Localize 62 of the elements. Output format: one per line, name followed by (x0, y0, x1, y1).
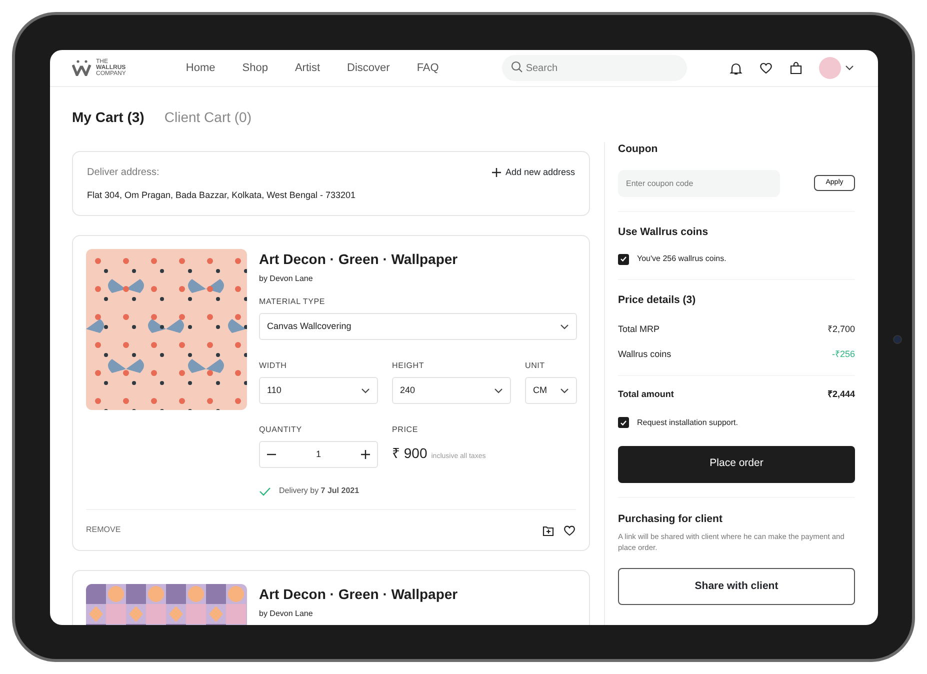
camera-lens (893, 335, 902, 344)
section-title: Coupon (618, 142, 659, 157)
bell-icon[interactable] (729, 60, 743, 75)
heart-icon[interactable] (759, 60, 773, 75)
remove-button[interactable]: REMOVE (86, 524, 121, 536)
plus-icon (492, 168, 502, 177)
price-value: ₹ 900 (392, 444, 428, 464)
field-label: HEIGHT (392, 360, 426, 372)
height-select[interactable]: 240 (392, 377, 511, 404)
field-label: WIDTH (259, 360, 288, 372)
nav-link[interactable]: Home (186, 60, 216, 76)
unit-select[interactable]: CM (525, 377, 577, 404)
add-to-collection-icon[interactable] (542, 524, 555, 537)
chevron-down-icon (361, 388, 370, 394)
total-amount: ₹2,444 (827, 388, 855, 402)
nav-link[interactable]: Discover (347, 60, 390, 76)
checkbox[interactable] (618, 254, 629, 265)
total-label: Total amount (618, 388, 674, 402)
checkmark-icon (259, 486, 271, 496)
chevron-down-icon (560, 324, 569, 330)
artist-name: by Devon Lane (259, 608, 314, 620)
field-label: QUANTITY (259, 424, 303, 436)
nav-link[interactable]: Artist (294, 60, 320, 76)
coupon-field[interactable]: Enter coupon code (618, 170, 780, 197)
checkbox-label: You've 256 wallrus coins. (637, 253, 726, 266)
section-title: Price details (3) (618, 293, 697, 308)
bag-icon[interactable] (789, 60, 803, 75)
section-title: Use Wallrus coins (618, 224, 710, 240)
address-label: Deliver address: (87, 166, 160, 180)
section-title: Purchasing for client (618, 512, 724, 527)
address-text: Flat 304, Om Pragan, Bada Bazzar, Kolkata, West Bengal - 733201 (87, 188, 356, 202)
nav-link[interactable]: Shop (242, 60, 268, 76)
chevron-down-icon (494, 388, 503, 394)
caret-icon[interactable] (845, 64, 854, 71)
checkbox[interactable] (618, 417, 629, 428)
heart-icon[interactable] (563, 524, 576, 537)
artist-name: by Devon Lane (259, 273, 314, 286)
chevron-down-icon (560, 388, 569, 394)
field-label: MATERIAL TYPE (259, 296, 326, 308)
cart-tab[interactable]: Client Cart (0) (164, 106, 252, 128)
cart-tab[interactable]: My Cart (3) (72, 106, 144, 128)
field-label: UNIT (525, 360, 546, 372)
add-address-link[interactable]: Add new address (492, 166, 575, 180)
walrus-logo-icon (72, 60, 92, 76)
search-icon (510, 60, 523, 73)
product-title: Art Decon · Green · Wallpaper (259, 585, 459, 604)
material-select[interactable]: Canvas Wallcovering (259, 313, 577, 340)
delivery-date: Delivery by 7 Jul 2021 (279, 485, 360, 498)
place-order-button[interactable]: Place order (618, 446, 855, 483)
field-label: PRICE (392, 424, 419, 436)
search-field[interactable]: Search (502, 55, 687, 82)
price-amount: ₹2,700 (827, 323, 855, 336)
checkbox-label: Request installation support. (637, 416, 738, 429)
quantity-stepper[interactable]: 1 (259, 441, 378, 468)
nav-link[interactable]: FAQ (416, 60, 439, 76)
price-label: Total MRP (618, 323, 660, 336)
width-select[interactable]: 110 (259, 377, 378, 404)
plus-icon[interactable] (360, 450, 370, 460)
price-amount: -₹256 (832, 348, 855, 361)
product-title: Art Decon · Green · Wallpaper (259, 250, 459, 270)
price-label: Wallrus coins (618, 348, 672, 361)
share-button[interactable]: Share with client (618, 568, 855, 606)
